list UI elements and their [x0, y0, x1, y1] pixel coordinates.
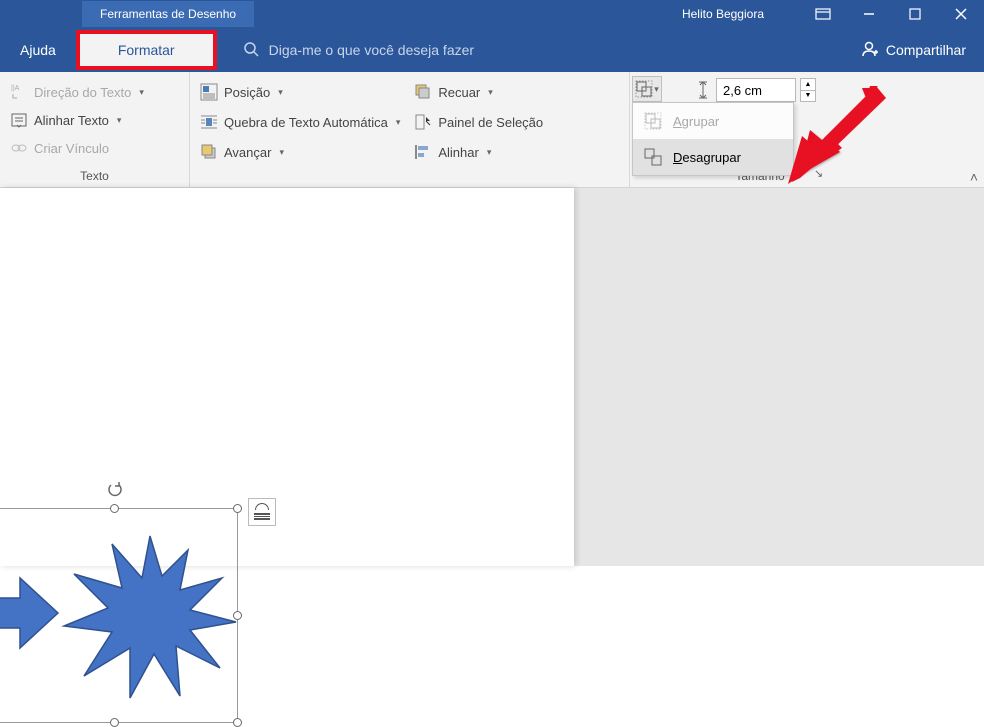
tell-me-search[interactable]: Diga-me o que você deseja fazer: [243, 41, 474, 60]
group-objects-button[interactable]: ▾: [632, 76, 662, 102]
bring-forward-button[interactable]: Avançar▾: [200, 138, 400, 166]
align-button[interactable]: Alinhar▾: [414, 138, 543, 166]
height-icon: [694, 81, 712, 99]
star-shape[interactable]: [60, 528, 240, 713]
group-text-label: Texto: [10, 165, 179, 183]
share-icon: [860, 40, 878, 61]
align-icon: [414, 143, 432, 161]
shape-height-control: 2,6 cm ▲▼: [694, 78, 816, 102]
tell-me-placeholder: Diga-me o que você deseja fazer: [269, 42, 474, 58]
maximize-button[interactable]: [892, 0, 938, 28]
selection-pane-icon: [414, 113, 432, 131]
anchor-icon: [0, 450, 2, 477]
rotation-handle[interactable]: [107, 481, 123, 497]
resize-handle[interactable]: [233, 718, 242, 727]
arrow-shape[interactable]: [0, 568, 60, 663]
group-dropdown-menu: Agrupar Desagrupar: [632, 102, 794, 176]
menu-ungroup-label: esagrupar: [682, 150, 741, 165]
menu-item-group: Agrupar: [633, 103, 793, 139]
document-page[interactable]: [0, 188, 574, 566]
create-link-button[interactable]: Criar Vínculo: [10, 134, 179, 162]
link-icon: [10, 139, 28, 157]
user-name: Helito Beggiora: [682, 7, 764, 21]
tab-help[interactable]: Ajuda: [0, 42, 76, 58]
send-backward-icon: [414, 83, 432, 101]
align-text-icon: [10, 111, 28, 129]
share-button[interactable]: Compartilhar: [860, 40, 966, 61]
collapse-ribbon-icon[interactable]: ˄: [970, 169, 978, 185]
wrap-text-button[interactable]: Quebra de Texto Automática▾: [200, 108, 400, 136]
group-organize: Posição▾ Quebra de Texto Automática▾ Ava…: [190, 72, 630, 187]
search-icon: [243, 41, 259, 60]
resize-handle[interactable]: [110, 504, 119, 513]
svg-text:||A: ||A: [11, 85, 20, 92]
highlight-format-tab: Formatar: [76, 30, 217, 70]
drawing-tools-contextual-tab: Ferramentas de Desenho: [82, 1, 254, 27]
document-canvas: [0, 188, 984, 566]
text-direction-button[interactable]: ||A Direção do Texto▾: [10, 78, 179, 106]
resize-handle[interactable]: [233, 504, 242, 513]
bring-forward-icon: [200, 143, 218, 161]
menu-group-label: grupar: [682, 114, 720, 129]
title-bar: Ferramentas de Desenho Helito Beggiora: [0, 0, 984, 28]
size-dialog-launcher[interactable]: ↘: [814, 167, 830, 183]
text-direction-icon: ||A: [10, 83, 28, 101]
height-spinner[interactable]: ▲▼: [800, 78, 816, 102]
group-icon: [643, 111, 663, 131]
position-button[interactable]: Posição▾: [200, 78, 400, 106]
tab-format[interactable]: Formatar: [80, 34, 213, 66]
ungroup-icon: [643, 147, 663, 167]
layout-options-button[interactable]: [248, 498, 276, 526]
minimize-button[interactable]: [846, 0, 892, 28]
ribbon-tab-bar: Ajuda Formatar Diga-me o que você deseja…: [0, 28, 984, 72]
share-label: Compartilhar: [886, 42, 966, 58]
send-backward-button[interactable]: Recuar▾: [414, 78, 543, 106]
close-button[interactable]: [938, 0, 984, 28]
menu-item-ungroup[interactable]: Desagrupar: [633, 139, 793, 175]
group-text: ||A Direção do Texto▾ Alinhar Texto▾ Cri…: [0, 72, 190, 187]
ribbon-display-options-icon[interactable]: [800, 0, 846, 28]
align-text-button[interactable]: Alinhar Texto▾: [10, 106, 179, 134]
resize-handle[interactable]: [110, 718, 119, 727]
height-input[interactable]: 2,6 cm: [716, 78, 796, 102]
selection-pane-button[interactable]: Painel de Seleção: [414, 108, 543, 136]
wrap-text-icon: [200, 113, 218, 131]
position-icon: [200, 83, 218, 101]
ribbon: ||A Direção do Texto▾ Alinhar Texto▾ Cri…: [0, 72, 984, 188]
